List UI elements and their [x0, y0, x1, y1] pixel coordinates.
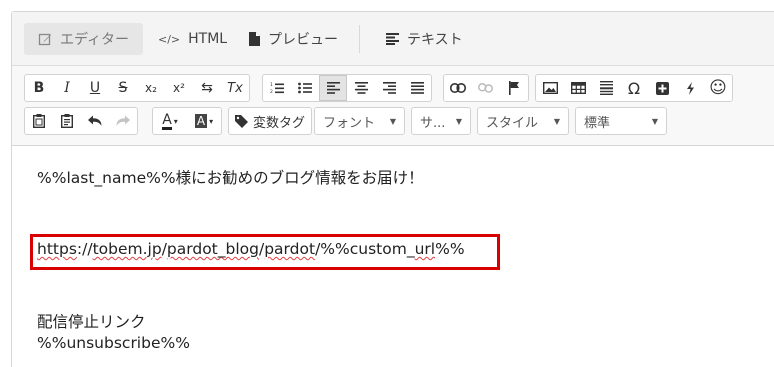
tab-preview[interactable]: プレビュー	[249, 23, 338, 55]
content-line-unsubscribe-tag: %%unsubscribe%%	[37, 334, 190, 352]
plus-box-icon[interactable]	[648, 75, 676, 101]
horizontal-rule-icon[interactable]	[592, 75, 620, 101]
url-part: /%%custom_	[315, 240, 415, 258]
chevron-down-icon: ▼	[651, 116, 658, 126]
editor-toolbar: B I U S x₂ x² ⇆ Tx 12 Ω ☺ A ▾ A ▾ 変数タグ フ…	[12, 66, 774, 146]
direction-button[interactable]: ⇆	[193, 75, 221, 101]
numbered-list-icon[interactable]: 12	[263, 75, 291, 101]
url-part: tobem.jp	[92, 240, 162, 258]
url-part: https	[37, 240, 77, 258]
chevron-down-icon: ▼	[389, 116, 396, 126]
link-group	[443, 74, 529, 102]
format-group: B I U S x₂ x² ⇆ Tx	[24, 74, 250, 102]
pencil-icon	[38, 32, 52, 46]
bullet-list-icon[interactable]	[291, 75, 319, 101]
color-group: A ▾ A ▾	[152, 107, 222, 135]
subscript-button[interactable]: x₂	[137, 75, 165, 101]
size-select-value: サ...	[420, 115, 446, 131]
content-line-greeting: %%last_name%%様にお勧めのブログ情報をお届け！	[37, 169, 424, 187]
format-select[interactable]: 標準 ▼	[575, 107, 667, 135]
variable-tag-button[interactable]: 変数タグ	[228, 107, 313, 135]
chevron-down-icon: ▼	[455, 116, 462, 126]
text-color-icon: A	[162, 111, 172, 130]
font-select[interactable]: フォント ▼	[314, 107, 405, 135]
undo-icon[interactable]	[81, 108, 109, 134]
table-icon[interactable]	[564, 75, 592, 101]
size-select[interactable]: サ... ▼	[411, 107, 471, 135]
text-color-button[interactable]: A ▾	[153, 108, 187, 134]
strikethrough-button[interactable]: S	[109, 75, 137, 101]
omega-special-char-icon[interactable]: Ω	[620, 75, 648, 101]
image-icon[interactable]	[536, 75, 564, 101]
remove-format-button[interactable]: Tx	[221, 75, 249, 101]
style-select-value: スタイル	[486, 115, 539, 131]
tab-html[interactable]: </> HTML	[158, 23, 227, 55]
unlink-icon[interactable]	[472, 75, 500, 101]
text-lines-icon	[386, 33, 399, 45]
url-part: url	[414, 240, 436, 258]
url-part: ://	[76, 240, 93, 258]
format-select-value: 標準	[584, 115, 611, 131]
link-icon[interactable]	[444, 75, 472, 101]
svg-text:2: 2	[270, 89, 273, 94]
insert-group: Ω ☺	[535, 74, 733, 102]
tag-icon	[235, 114, 248, 128]
editor-frame: エディター </> HTML プレビュー テキスト B I U S x₂ x² …	[11, 11, 774, 367]
tab-editor-label: エディター	[60, 32, 130, 48]
anchor-flag-icon[interactable]	[500, 75, 528, 101]
bold-button[interactable]: B	[25, 75, 53, 101]
paragraph-group: 12	[262, 74, 432, 102]
background-color-icon: A	[194, 114, 208, 128]
tab-editor[interactable]: エディター	[24, 23, 144, 55]
superscript-button[interactable]: x²	[165, 75, 193, 101]
svg-text:1: 1	[270, 82, 273, 88]
align-left-icon[interactable]	[319, 75, 347, 101]
tab-html-label: HTML	[188, 31, 228, 47]
underline-button[interactable]: U	[81, 75, 109, 101]
tab-preview-label: プレビュー	[268, 32, 338, 48]
code-icon: </>	[158, 32, 181, 46]
document-icon	[249, 32, 260, 46]
italic-button[interactable]: I	[53, 75, 81, 101]
tab-text-label: テキスト	[407, 32, 463, 48]
background-color-button[interactable]: A ▾	[187, 108, 221, 134]
url-part: pardot	[264, 240, 316, 258]
tab-separator	[359, 25, 360, 53]
paste-icon[interactable]	[25, 108, 53, 134]
url-part: pardot_blog	[166, 240, 259, 258]
redo-icon[interactable]	[109, 108, 137, 134]
smiley-icon[interactable]: ☺	[704, 75, 732, 101]
justify-icon[interactable]	[403, 75, 431, 101]
font-select-value: フォント	[323, 115, 376, 131]
align-right-icon[interactable]	[375, 75, 403, 101]
editor-tab-bar: エディター </> HTML プレビュー テキスト	[12, 12, 774, 66]
lightning-icon[interactable]	[676, 75, 704, 101]
variable-tag-label: 変数タグ	[253, 115, 306, 131]
paste-text-icon[interactable]	[53, 108, 81, 134]
editor-content[interactable]: %%last_name%%様にお勧めのブログ情報をお届け！ https://to…	[12, 146, 774, 367]
content-line-unsubscribe-label: 配信停止リンク	[37, 313, 146, 331]
style-select[interactable]: スタイル ▼	[477, 107, 569, 135]
content-line-url[interactable]: https://tobem.jp/pardot_blog/pardot/%%cu…	[37, 240, 465, 258]
align-center-icon[interactable]	[347, 75, 375, 101]
clipboard-group	[24, 107, 138, 135]
url-part: %%	[435, 240, 465, 258]
tab-text[interactable]: テキスト	[386, 23, 463, 55]
chevron-down-icon: ▼	[553, 116, 560, 126]
